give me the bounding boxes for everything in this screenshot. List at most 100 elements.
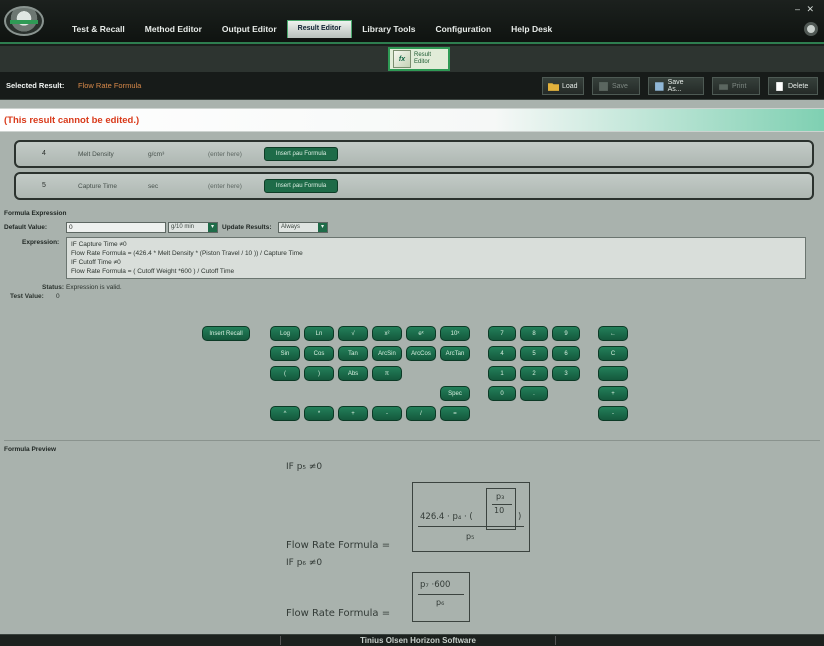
update-results-label: Update Results:	[222, 224, 272, 231]
default-value-label: Default Value:	[4, 224, 47, 231]
insert-formula-button[interactable]: Insert ρau Formula	[264, 147, 338, 161]
insert-recall-button[interactable]: Insert Recall	[202, 326, 250, 341]
menu-configuration[interactable]: Configuration	[425, 20, 501, 38]
preview-lhs-2: Flow Rate Formula =	[286, 608, 391, 619]
key-cos[interactable]: Cos	[304, 346, 334, 361]
key-side-plus[interactable]: +	[598, 386, 628, 401]
selected-result-bar: Selected Result: Flow Rate Formula Load …	[0, 72, 824, 100]
delete-button[interactable]: Delete	[768, 77, 818, 95]
main-content: (This result cannot be edited.) 4 Melt D…	[0, 100, 824, 646]
key-arccos[interactable]: ArcCos	[406, 346, 436, 361]
load-button[interactable]: Load	[542, 77, 584, 95]
divider	[4, 440, 820, 441]
status-label: Status:	[42, 284, 65, 291]
update-results-value: Always	[281, 224, 301, 230]
parameter-unit: sec	[148, 183, 159, 190]
key-9[interactable]: 9	[552, 326, 580, 341]
key-4[interactable]: 4	[488, 346, 516, 361]
key-square[interactable]: x²	[372, 326, 402, 341]
print-button[interactable]: Print	[712, 77, 760, 95]
key-exp[interactable]: eˣ	[406, 326, 436, 341]
window-controls[interactable]: – ✕	[795, 4, 816, 15]
parameter-name: Capture Time	[78, 183, 118, 190]
menu-library-tools[interactable]: Library Tools	[352, 20, 425, 38]
print-label: Print	[732, 82, 747, 90]
parameter-row-4: 4 Melt Density g/cm³ (enter here) Insert…	[14, 140, 814, 168]
main-menu: Test & Recall Method Editor Output Edito…	[62, 20, 562, 38]
result-editor-ribbon-button[interactable]: fx Result Editor	[388, 47, 450, 71]
parameter-field[interactable]: (enter here)	[208, 183, 242, 190]
key-7[interactable]: 7	[488, 326, 516, 341]
key-abs[interactable]: Abs	[338, 366, 368, 381]
key-minus[interactable]: -	[372, 406, 402, 421]
main-frac-line-1	[418, 526, 524, 527]
footer: Tinius Olsen Horizon Software	[0, 634, 824, 646]
test-value: 0	[56, 293, 60, 300]
app-logo[interactable]	[4, 6, 44, 36]
expression-line: IF Capture Time ≠0	[71, 241, 127, 248]
key-pi[interactable]: π	[372, 366, 402, 381]
key-multiply[interactable]: *	[304, 406, 334, 421]
formula-expression-title: Formula Expression	[4, 210, 67, 217]
parameter-number: 4	[42, 150, 46, 157]
key-arctan[interactable]: ArcTan	[440, 346, 470, 361]
key-divide[interactable]: /	[406, 406, 436, 421]
preview-if-2: IF p₆ ≠0	[286, 558, 323, 568]
key-6[interactable]: 6	[552, 346, 580, 361]
menu-output-editor[interactable]: Output Editor	[212, 20, 287, 38]
key-clear[interactable]: C	[598, 346, 628, 361]
key-ln[interactable]: Ln	[304, 326, 334, 341]
denominator-2: p₆	[436, 598, 445, 607]
main-frac-line-2	[418, 594, 464, 595]
key-blank[interactable]	[598, 366, 628, 381]
save-label: Save	[612, 82, 628, 90]
key-3[interactable]: 3	[552, 366, 580, 381]
menu-test-recall[interactable]: Test & Recall	[62, 20, 135, 38]
key-5[interactable]: 5	[520, 346, 548, 361]
key-sin[interactable]: Sin	[270, 346, 300, 361]
selected-result-label: Selected Result:	[6, 81, 65, 90]
key-sqrt[interactable]: √	[338, 326, 368, 341]
insert-formula-button[interactable]: Insert ρau Formula	[264, 179, 338, 193]
key-side-minus[interactable]: -	[598, 406, 628, 421]
key-tan[interactable]: Tan	[338, 346, 368, 361]
preview-numerator-1: 426.4 · p₄ · (	[420, 512, 473, 522]
selected-result-value: Flow Rate Formula	[78, 81, 142, 90]
key-arcsin[interactable]: ArcSin	[372, 346, 402, 361]
key-2[interactable]: 2	[520, 366, 548, 381]
expression-textarea[interactable]: IF Capture Time ≠0 Flow Rate Formula = (…	[66, 237, 806, 279]
menu-result-editor[interactable]: Result Editor	[286, 20, 353, 38]
ribbon-label-2: Editor	[414, 59, 430, 65]
chevron-down-icon: ▾	[318, 223, 327, 232]
unit-select[interactable]: g/10 min ▾	[168, 222, 218, 233]
save-button[interactable]: Save	[592, 77, 640, 95]
key-log[interactable]: Log	[270, 326, 300, 341]
key-pow10[interactable]: 10ˣ	[440, 326, 470, 341]
parameter-row-5: 5 Capture Time sec (enter here) Insert ρ…	[14, 172, 814, 200]
key-close-paren[interactable]: )	[304, 366, 334, 381]
key-power[interactable]: ^	[270, 406, 300, 421]
key-1[interactable]: 1	[488, 366, 516, 381]
parameter-field[interactable]: (enter here)	[208, 151, 242, 158]
update-results-select[interactable]: Always ▾	[278, 222, 328, 233]
key-backspace[interactable]: ←	[598, 326, 628, 341]
default-value-input[interactable]: 0	[66, 222, 166, 233]
key-equals[interactable]: =	[440, 406, 470, 421]
footer-text: Tinius Olsen Horizon Software	[280, 636, 556, 645]
settings-gear-icon[interactable]	[804, 22, 818, 36]
save-as-button[interactable]: Save As...	[648, 77, 704, 95]
ribbon-label-1: Result	[414, 52, 432, 58]
key-plus[interactable]: +	[338, 406, 368, 421]
key-spec[interactable]: Spec	[440, 386, 470, 401]
frac-line	[492, 504, 512, 505]
expression-line: Flow Rate Formula = (426.4 * Melt Densit…	[71, 250, 303, 257]
chevron-down-icon: ▾	[208, 223, 217, 232]
preview-lhs-1: Flow Rate Formula =	[286, 540, 391, 551]
key-open-paren[interactable]: (	[270, 366, 300, 381]
key-8[interactable]: 8	[520, 326, 548, 341]
key-decimal[interactable]: .	[520, 386, 548, 401]
menu-method-editor[interactable]: Method Editor	[135, 20, 212, 38]
key-0[interactable]: 0	[488, 386, 516, 401]
parameter-number: 5	[42, 182, 46, 189]
menu-help-desk[interactable]: Help Desk	[501, 20, 562, 38]
